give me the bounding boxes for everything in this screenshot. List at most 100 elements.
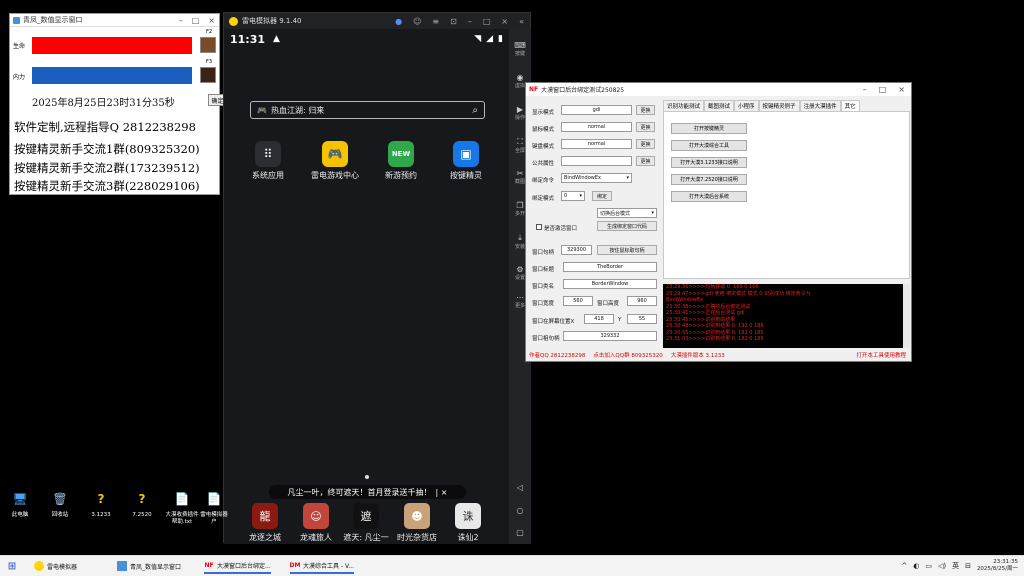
desktop-icon-3-1233[interactable]: ? 3.1233 <box>83 488 119 519</box>
tab-mini-program[interactable]: 小程序 <box>734 100 759 111</box>
dock-app[interactable]: ☺ 龙魂旅人 <box>290 503 342 543</box>
tool-titlebar[interactable]: NF 大漠窗口后台绑定测试250825 – □ × <box>526 83 911 96</box>
class-label: 窗口类名 <box>532 284 555 290</box>
app-game-center[interactable]: 🎮 雷电游戏中心 <box>303 141 367 181</box>
change-public-button[interactable]: 更换 <box>636 156 655 166</box>
height-input[interactable]: 960 <box>627 296 657 306</box>
class-input[interactable]: BorderWindow <box>563 279 657 289</box>
taskbar-item-value-window[interactable]: 青凤_数值显示窗口 <box>117 558 181 574</box>
window-titlebar[interactable]: 青凤_数值显示窗口 – □ × <box>10 14 219 27</box>
banner-close-icon[interactable]: | × <box>436 488 448 497</box>
parent-input[interactable]: 329332 <box>563 331 657 341</box>
taskbar-item-emulator[interactable]: 雷电模拟器 <box>34 558 77 574</box>
dock-app[interactable]: 龍 龙逐之城 <box>239 503 291 543</box>
keyboard-mode-label: 键盘模式 <box>532 144 555 150</box>
tab-examples[interactable]: 按键精灵例子 <box>758 100 800 111</box>
maximize-icon[interactable]: □ <box>879 85 887 94</box>
maximize-icon[interactable]: □ <box>483 17 491 26</box>
bind-cmd-select[interactable]: BindWindowEx <box>561 173 632 183</box>
desktop-icon-7-2520[interactable]: ? 7.2520 <box>124 488 160 519</box>
computer-icon: 🖥 <box>12 492 28 506</box>
minimize-icon[interactable]: – <box>179 16 183 25</box>
nav-home[interactable]: ○ <box>509 506 531 515</box>
dock-app[interactable]: 诛 诛仙2 <box>442 503 494 543</box>
volume-icon[interactable]: ◁) <box>938 562 946 570</box>
app-system[interactable]: ⠿ 系统应用 <box>236 141 300 181</box>
switch-mode-select[interactable]: 切换后台模式 <box>597 208 657 218</box>
close-icon[interactable]: × <box>898 85 905 94</box>
nav-recent[interactable]: ▢ <box>509 528 531 537</box>
ime-indicator[interactable]: 英 <box>952 561 959 571</box>
minimize-icon[interactable]: – <box>863 85 867 94</box>
open-dm-3-doc-button[interactable]: 打开大漠3.1233接口说明 <box>671 157 747 168</box>
open-dm-tool-button[interactable]: 打开大漠综合工具 <box>671 140 747 151</box>
network-icon[interactable]: ▭ <box>925 562 932 570</box>
app-icon <box>13 16 20 24</box>
public-attr-input[interactable] <box>561 156 632 166</box>
minimize-icon[interactable]: – <box>468 17 472 26</box>
public-attr-label: 公共属性 <box>532 161 555 167</box>
maximize-icon[interactable]: □ <box>192 16 200 25</box>
emulator-logo-icon <box>229 16 238 26</box>
desktop-icon-dm-help[interactable]: 📄 大漠收费插件帮助.txt <box>164 488 200 526</box>
pos-x-input[interactable]: 418 <box>584 314 614 324</box>
collapse-icon[interactable]: « <box>519 17 524 26</box>
android-time: 11:31 <box>230 32 266 46</box>
tab-screenshot[interactable]: 截图测试 <box>704 100 735 111</box>
tray-app-icon[interactable]: ◐ <box>913 562 919 570</box>
dock-app[interactable]: 遮 遮天: 凡尘一 <box>340 503 392 543</box>
ime-mode-icon[interactable]: ⊟ <box>965 562 971 570</box>
game-icon[interactable]: ● <box>395 17 402 26</box>
emulator-titlebar[interactable]: 雷电模拟器 9.1.40 ● ☺ ≡ ⊡ – □ × « <box>224 13 530 29</box>
clock-time: 23:31:35 <box>993 559 1018 565</box>
tray-expand-icon[interactable]: ^ <box>901 562 907 570</box>
mouse-mode-input[interactable]: normal <box>561 122 632 132</box>
search-icon[interactable]: ⌕ <box>472 105 478 116</box>
app-anjian[interactable]: ▣ 按键精灵 <box>434 141 498 181</box>
open-anjian-button[interactable]: 打开按键精灵 <box>671 123 747 134</box>
taskbar-item-bind-test[interactable]: NF 大漠窗口后台绑定... <box>204 558 271 574</box>
close-icon[interactable]: × <box>208 16 215 25</box>
recent-icon: ▢ <box>516 528 524 537</box>
pos-y-input[interactable]: 55 <box>627 314 657 324</box>
open-tutorial-link[interactable]: 打开本工具使用教程 <box>856 351 906 359</box>
change-keyboard-button[interactable]: 更换 <box>636 139 655 149</box>
menu-icon[interactable]: ≡ <box>432 17 439 26</box>
taskbar-item-dm-tool[interactable]: DM 大漠综合工具 - V... <box>290 558 355 574</box>
sidebar-keymap[interactable]: ⌨ 按键 <box>509 41 531 57</box>
app-search-box[interactable]: 🎮 热血江湖: 归来 ⌕ <box>250 101 485 119</box>
change-display-button[interactable]: 更换 <box>636 105 655 115</box>
join-qq-group-link[interactable]: 点击加入QQ群 809325320 <box>593 351 662 359</box>
start-button[interactable]: ⊞ <box>7 558 20 574</box>
bind-button[interactable]: 绑定 <box>592 191 612 201</box>
tab-other[interactable]: 其它 <box>840 100 860 111</box>
screen-icon[interactable]: ⊡ <box>450 17 457 26</box>
log-output[interactable]: 23:29:36>>>>句柄获取 0, 169 0 166 23:29:47>>… <box>663 284 910 348</box>
keyboard-mode-input[interactable]: normal <box>561 139 632 149</box>
desktop-icon-this-pc[interactable]: 🖥 此电脑 <box>2 488 38 519</box>
bind-mode-select[interactable]: 0 <box>561 191 585 201</box>
tab-recognize[interactable]: 识别功能测试 <box>663 100 705 111</box>
dock-app[interactable]: ☻ 时光杂货店 <box>391 503 443 543</box>
open-dm-7-doc-button[interactable]: 打开大漠7.2520接口说明 <box>671 174 747 185</box>
win-title-input[interactable]: TheBorder <box>563 262 657 272</box>
promo-banner[interactable]: 凡尘一叶，终可遮天！首月登录送千抽！ | × <box>269 485 466 499</box>
hwnd-input[interactable]: 329300 <box>561 245 592 255</box>
user-icon[interactable]: ☺ <box>413 17 421 26</box>
display-mode-input[interactable]: gdi <box>561 105 632 115</box>
gen-code-button[interactable]: 生成绑定窗口代码 <box>597 221 657 231</box>
close-icon[interactable]: × <box>501 17 508 26</box>
nav-back[interactable]: ◁ <box>509 483 531 492</box>
desktop-icon-partial[interactable]: 📄 雷电模拟器户 <box>200 488 228 526</box>
change-mouse-button[interactable]: 更换 <box>636 122 655 132</box>
app-new-games[interactable]: NEW 新游预约 <box>369 141 433 181</box>
tab-register[interactable]: 注册大漠插件 <box>799 100 841 111</box>
open-dm-backend-button[interactable]: 打开大漠后台系统 <box>671 191 747 202</box>
clock[interactable]: 23:31:35 2025/8/25/周一 <box>977 559 1018 573</box>
width-input[interactable]: 560 <box>563 296 593 306</box>
activate-window-checkbox[interactable] <box>536 224 542 230</box>
back-icon: ◁ <box>516 483 524 492</box>
log-scrollbar[interactable] <box>903 284 910 348</box>
get-hwnd-button[interactable]: 按住鼠标取句柄 <box>597 245 657 255</box>
desktop-icon-recycle-bin[interactable]: 🗑 回收站 <box>42 488 78 519</box>
